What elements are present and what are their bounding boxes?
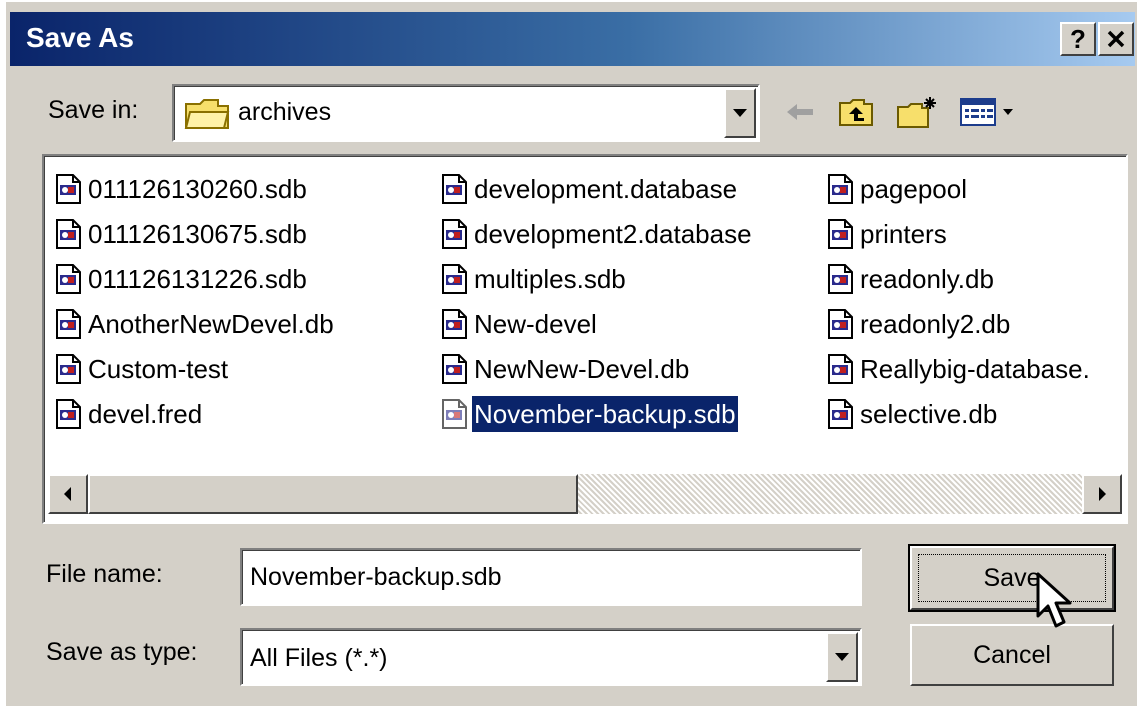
save-in-dropdown[interactable]: archives — [172, 84, 760, 142]
save-as-type-dropdown[interactable]: All Files (*.*) — [240, 628, 862, 686]
file-item[interactable]: multiples.sdb — [440, 256, 754, 301]
file-item-label: selective.db — [860, 398, 998, 429]
database-file-icon — [828, 308, 853, 339]
chevron-down-icon — [733, 109, 747, 117]
file-item[interactable]: readonly.db — [826, 256, 1092, 301]
file-item-label: development2.database — [474, 218, 752, 249]
file-item-label: printers — [860, 218, 947, 249]
file-item[interactable]: development2.database — [440, 211, 754, 256]
database-file-icon — [442, 218, 467, 249]
database-file-icon — [442, 173, 467, 204]
chevron-right-icon — [1099, 487, 1106, 501]
database-file-icon — [56, 173, 81, 204]
title-bar[interactable]: Save As ? — [10, 12, 1135, 66]
database-file-icon — [828, 173, 853, 204]
file-item[interactable]: AnotherNewDevel.db — [54, 301, 336, 346]
window-title: Save As — [26, 22, 134, 53]
file-item[interactable]: 011126130260.sdb — [54, 166, 336, 211]
database-file-icon — [56, 308, 81, 339]
save-button[interactable]: Save — [908, 544, 1116, 612]
file-item[interactable]: Reallybig-database. — [826, 346, 1092, 391]
file-item[interactable]: pagepool — [826, 166, 1092, 211]
file-item-label: readonly2.db — [860, 308, 1011, 339]
file-item-label: multiples.sdb — [474, 263, 626, 294]
file-item-label: devel.fred — [88, 398, 203, 429]
file-item[interactable]: development.database — [440, 166, 754, 211]
mouse-pointer-icon — [1036, 572, 1072, 628]
new-folder-button[interactable] — [892, 92, 944, 132]
database-file-icon — [56, 353, 81, 384]
file-item[interactable]: 011126131226.sdb — [54, 256, 336, 301]
back-button[interactable] — [778, 92, 822, 132]
file-item-label: readonly.db — [860, 263, 994, 294]
view-menu-icon — [960, 98, 1013, 126]
horizontal-scrollbar[interactable] — [48, 474, 1122, 514]
save-as-dialog: Save As ? Save in: archives 011126130260… — [4, 0, 1137, 706]
save-in-value: archives — [238, 98, 332, 126]
file-item-label: 011126130675.sdb — [88, 218, 307, 249]
up-one-level-button[interactable] — [834, 92, 878, 132]
view-menu-button[interactable] — [956, 92, 1020, 132]
file-item[interactable]: New-devel — [440, 301, 754, 346]
file-item[interactable]: readonly2.db — [826, 301, 1092, 346]
database-file-icon — [442, 263, 467, 294]
chevron-down-icon — [835, 653, 849, 661]
file-item[interactable]: selective.db — [826, 391, 1092, 436]
file-column: development.database development2.databas… — [440, 166, 754, 436]
file-item-label: 011126131226.sdb — [88, 263, 307, 294]
database-file-icon — [442, 398, 467, 429]
file-item-label: Reallybig-database. — [860, 353, 1090, 384]
scroll-left-button[interactable] — [48, 474, 88, 514]
folder-icon — [184, 99, 230, 129]
file-item-label: AnotherNewDevel.db — [88, 308, 334, 339]
database-file-icon — [56, 218, 81, 249]
database-file-icon — [828, 263, 853, 294]
file-item-label: pagepool — [860, 173, 967, 204]
save-in-dropdown-button[interactable] — [724, 88, 756, 138]
save-as-type-value: All Files (*.*) — [250, 644, 388, 672]
up-folder-icon — [839, 99, 873, 126]
file-column: pagepool printers readonly.db readonly2.db R… — [826, 166, 1092, 436]
file-column: 011126130260.sdb 011126130675.sdb 01112613… — [54, 166, 336, 436]
scrollbar-thumb[interactable] — [88, 474, 578, 514]
chevron-left-icon — [64, 487, 71, 501]
close-button[interactable] — [1098, 22, 1134, 56]
file-item[interactable]: Custom-test — [54, 346, 336, 391]
cancel-button[interactable]: Cancel — [910, 624, 1114, 686]
new-folder-icon — [897, 97, 936, 128]
file-list[interactable]: 011126130260.sdb 011126130675.sdb 01112613… — [42, 154, 1128, 524]
file-item-label: development.database — [474, 173, 738, 204]
save-as-type-label: Save as type: — [46, 638, 198, 666]
file-item-label: November-backup.sdb — [472, 395, 738, 432]
back-arrow-icon — [787, 104, 813, 120]
file-item-label: Custom-test — [88, 353, 229, 384]
database-file-icon — [828, 218, 853, 249]
help-button[interactable]: ? — [1060, 22, 1096, 56]
file-item[interactable]: devel.fred — [54, 391, 336, 436]
close-icon — [1107, 30, 1125, 48]
file-item-label: 011126130260.sdb — [88, 173, 307, 204]
database-file-icon — [828, 353, 853, 384]
database-file-icon — [56, 263, 81, 294]
database-file-icon — [56, 398, 81, 429]
file-name-label: File name: — [46, 560, 163, 588]
database-file-icon — [442, 308, 467, 339]
file-name-input[interactable] — [240, 548, 862, 606]
file-item-label: NewNew-Devel.db — [474, 353, 690, 384]
file-item[interactable]: 011126130675.sdb — [54, 211, 336, 256]
file-item[interactable]: November-backup.sdb — [440, 391, 754, 436]
file-item[interactable]: printers — [826, 211, 1092, 256]
save-as-type-dropdown-button[interactable] — [826, 632, 858, 682]
file-item[interactable]: NewNew-Devel.db — [440, 346, 754, 391]
database-file-icon — [442, 353, 467, 384]
save-in-label: Save in: — [48, 96, 139, 124]
database-file-icon — [828, 398, 853, 429]
file-item-label: New-devel — [474, 308, 597, 339]
scroll-right-button[interactable] — [1082, 474, 1122, 514]
cancel-button-label: Cancel — [973, 640, 1051, 669]
